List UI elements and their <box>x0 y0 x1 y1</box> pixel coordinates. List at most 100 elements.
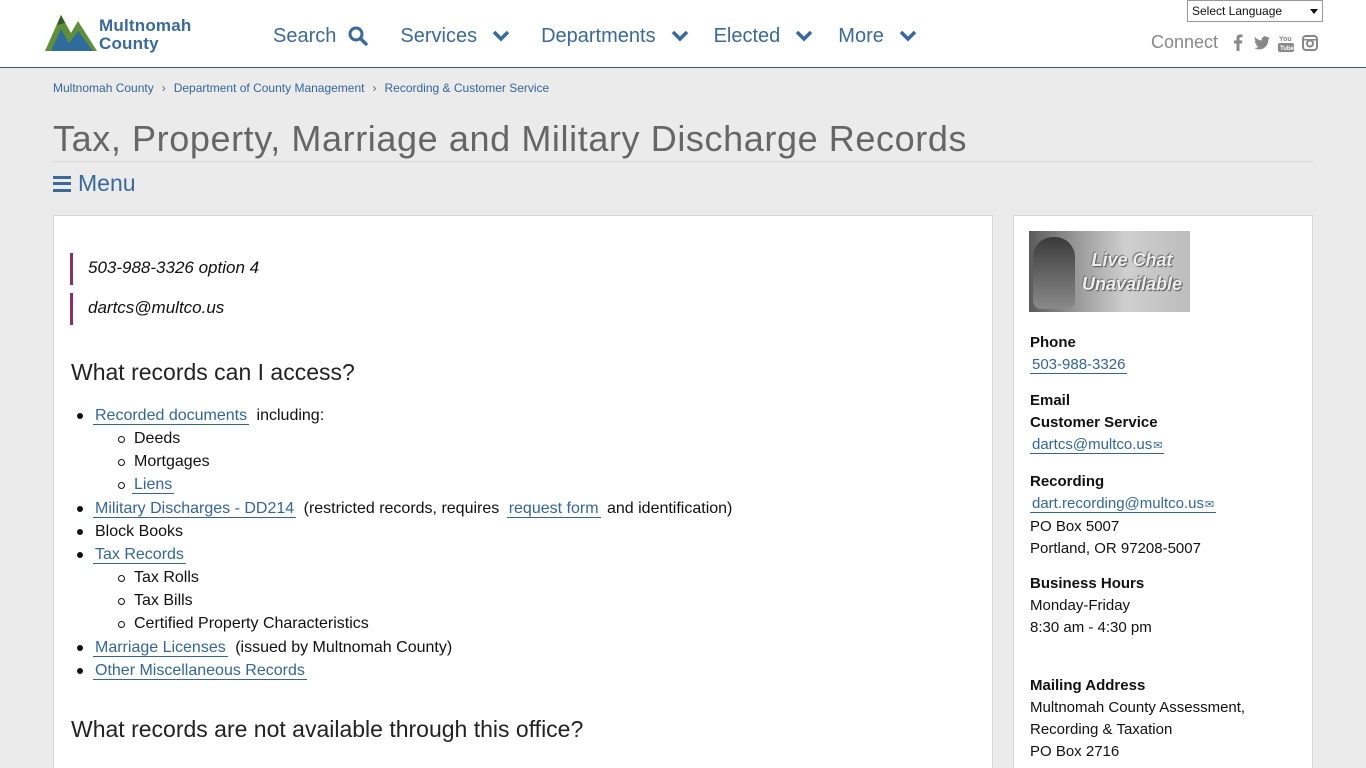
breadcrumb-link-department[interactable]: Department of County Management <box>174 81 365 95</box>
hours-days: Monday-Friday <box>1030 597 1131 614</box>
email-block: Email Customer Service dartcs@multco.us✉ <box>1030 390 1165 457</box>
nav-services-label: Services <box>400 24 478 47</box>
list-item-text: including: <box>256 407 325 424</box>
list-item: Military Discharges - DD214 (restricted … <box>77 499 732 519</box>
list-item: Mortgages <box>118 452 210 472</box>
hours-block: Business Hours Monday-Friday 8:30 am - 4… <box>1030 573 1152 639</box>
bullet <box>118 459 125 466</box>
list-item: Deeds <box>118 429 181 449</box>
recording-email-link[interactable]: dart.recording@multco.us✉ <box>1030 495 1217 513</box>
customer-service-email-link[interactable]: dartcs@multco.us✉ <box>1030 436 1165 454</box>
bullet <box>118 482 125 489</box>
logo-line-2: County <box>99 34 159 53</box>
liens-link[interactable]: Liens <box>132 476 175 494</box>
nav-search[interactable]: Search <box>273 22 369 50</box>
list-item-text: Deeds <box>134 430 181 447</box>
section-heading-access: What records can I access? <box>71 359 355 385</box>
mailing-line-3: PO Box 2716 <box>1030 743 1120 760</box>
bullet <box>118 436 125 443</box>
connect-label: Connect <box>1151 32 1219 52</box>
chevron-down-icon <box>492 30 510 42</box>
mailing-label: Mailing Address <box>1030 677 1146 694</box>
nav-elected[interactable]: Elected <box>714 22 815 50</box>
county-logo[interactable]: Multnomah County <box>45 9 205 55</box>
site-header: Multnomah County Search Services Departm… <box>0 0 1366 68</box>
menu-toggle-button[interactable]: Menu <box>53 170 136 197</box>
tax-records-link[interactable]: Tax Records <box>93 546 186 564</box>
nav-search-label: Search <box>273 24 337 47</box>
language-select[interactable]: Select Language <box>1187 0 1323 22</box>
email-label: Email <box>1030 392 1071 409</box>
language-select-value: Select Language <box>1192 4 1283 18</box>
recording-email: dart.recording@multco.us <box>1032 495 1204 512</box>
youtube-icon[interactable]: You Tube <box>1278 34 1295 52</box>
list-item-text: (restricted records, requires <box>303 500 500 517</box>
list-item: Tax Rolls <box>118 568 199 588</box>
marriage-licenses-link[interactable]: Marriage Licenses <box>93 639 228 657</box>
recording-po-box: PO Box 5007 <box>1030 518 1120 535</box>
main-nav: Search Services Departments Elected More <box>273 22 950 50</box>
svg-text:You: You <box>1279 36 1292 43</box>
chevron-right-icon: › <box>161 81 166 95</box>
breadcrumb: Multnomah County › Department of County … <box>53 81 549 95</box>
bullet <box>77 645 83 651</box>
recording-label: Recording <box>1030 473 1105 490</box>
section-heading-not-available: What records are not available through t… <box>71 716 584 742</box>
list-item: Tax Bills <box>118 591 193 611</box>
military-discharges-link[interactable]: Military Discharges - DD214 <box>93 500 297 518</box>
recording-block: Recording dart.recording@multco.us✉ PO B… <box>1030 471 1217 560</box>
nav-departments[interactable]: Departments <box>541 22 690 50</box>
customer-service-email: dartcs@multco.us <box>1032 436 1153 453</box>
live-chat-badge[interactable]: Live Chat Unavailable <box>1029 231 1190 312</box>
agent-avatar <box>1033 237 1075 309</box>
chevron-down-icon <box>899 30 917 42</box>
customer-service-label: Customer Service <box>1030 414 1158 431</box>
chevron-down-icon <box>671 30 688 42</box>
nav-more-label: More <box>838 24 884 47</box>
bullet <box>118 621 125 628</box>
bullet <box>77 552 83 558</box>
bullet <box>77 506 83 512</box>
search-icon <box>348 26 369 46</box>
request-form-link[interactable]: request form <box>506 500 601 518</box>
list-item-text: Tax Rolls <box>134 569 199 586</box>
list-item: Block Books <box>77 522 184 542</box>
page-title: Tax, Property, Marriage and Military Dis… <box>53 118 968 159</box>
mountain-logo-icon <box>45 15 97 51</box>
twitter-icon[interactable] <box>1254 34 1271 52</box>
mailing-line-1: Multnomah County Assessment, <box>1030 699 1246 716</box>
dropdown-arrow-icon <box>1310 8 1318 14</box>
chevron-right-icon: › <box>372 81 377 95</box>
list-item-text: (issued by Multnomah County) <box>235 639 453 656</box>
list-item-text: Certified Property Characteristics <box>134 615 369 632</box>
phone-block: Phone 503-988-3326 <box>1030 332 1128 376</box>
list-item: Tax Records <box>77 545 186 565</box>
list-item: Other Miscellaneous Records <box>77 661 307 681</box>
nav-more[interactable]: More <box>838 22 918 50</box>
hours-time: 8:30 am - 4:30 pm <box>1030 619 1152 636</box>
other-records-link[interactable]: Other Miscellaneous Records <box>93 662 307 680</box>
chevron-down-icon <box>796 30 813 42</box>
social-connect: Connect You Tube <box>1151 32 1326 53</box>
nav-services[interactable]: Services <box>400 22 511 50</box>
recorded-documents-link[interactable]: Recorded documents <box>93 407 250 425</box>
bullet <box>77 668 83 674</box>
live-chat-line-2: Unavailable <box>1081 274 1183 294</box>
breadcrumb-link-county[interactable]: Multnomah County <box>53 81 154 95</box>
hamburger-icon <box>53 175 71 192</box>
nav-elected-label: Elected <box>713 24 781 47</box>
list-item-text: Tax Bills <box>134 592 193 609</box>
logo-text: Multnomah County <box>99 17 191 53</box>
list-item-text: Block Books <box>95 523 184 540</box>
mailing-block: Mailing Address Multnomah County Assessm… <box>1030 675 1245 763</box>
list-item: Certified Property Characteristics <box>118 614 369 634</box>
instagram-icon[interactable] <box>1302 34 1319 52</box>
mail-icon: ✉ <box>1153 440 1163 452</box>
bullet <box>118 598 125 605</box>
phone-link[interactable]: 503-988-3326 <box>1030 356 1128 374</box>
email-callout: dartcs@multco.us <box>70 293 224 325</box>
facebook-icon[interactable] <box>1230 34 1246 52</box>
svg-text:Tube: Tube <box>1280 46 1294 52</box>
live-chat-text: Live Chat Unavailable <box>1077 248 1187 296</box>
breadcrumb-link-recording[interactable]: Recording & Customer Service <box>385 81 550 95</box>
